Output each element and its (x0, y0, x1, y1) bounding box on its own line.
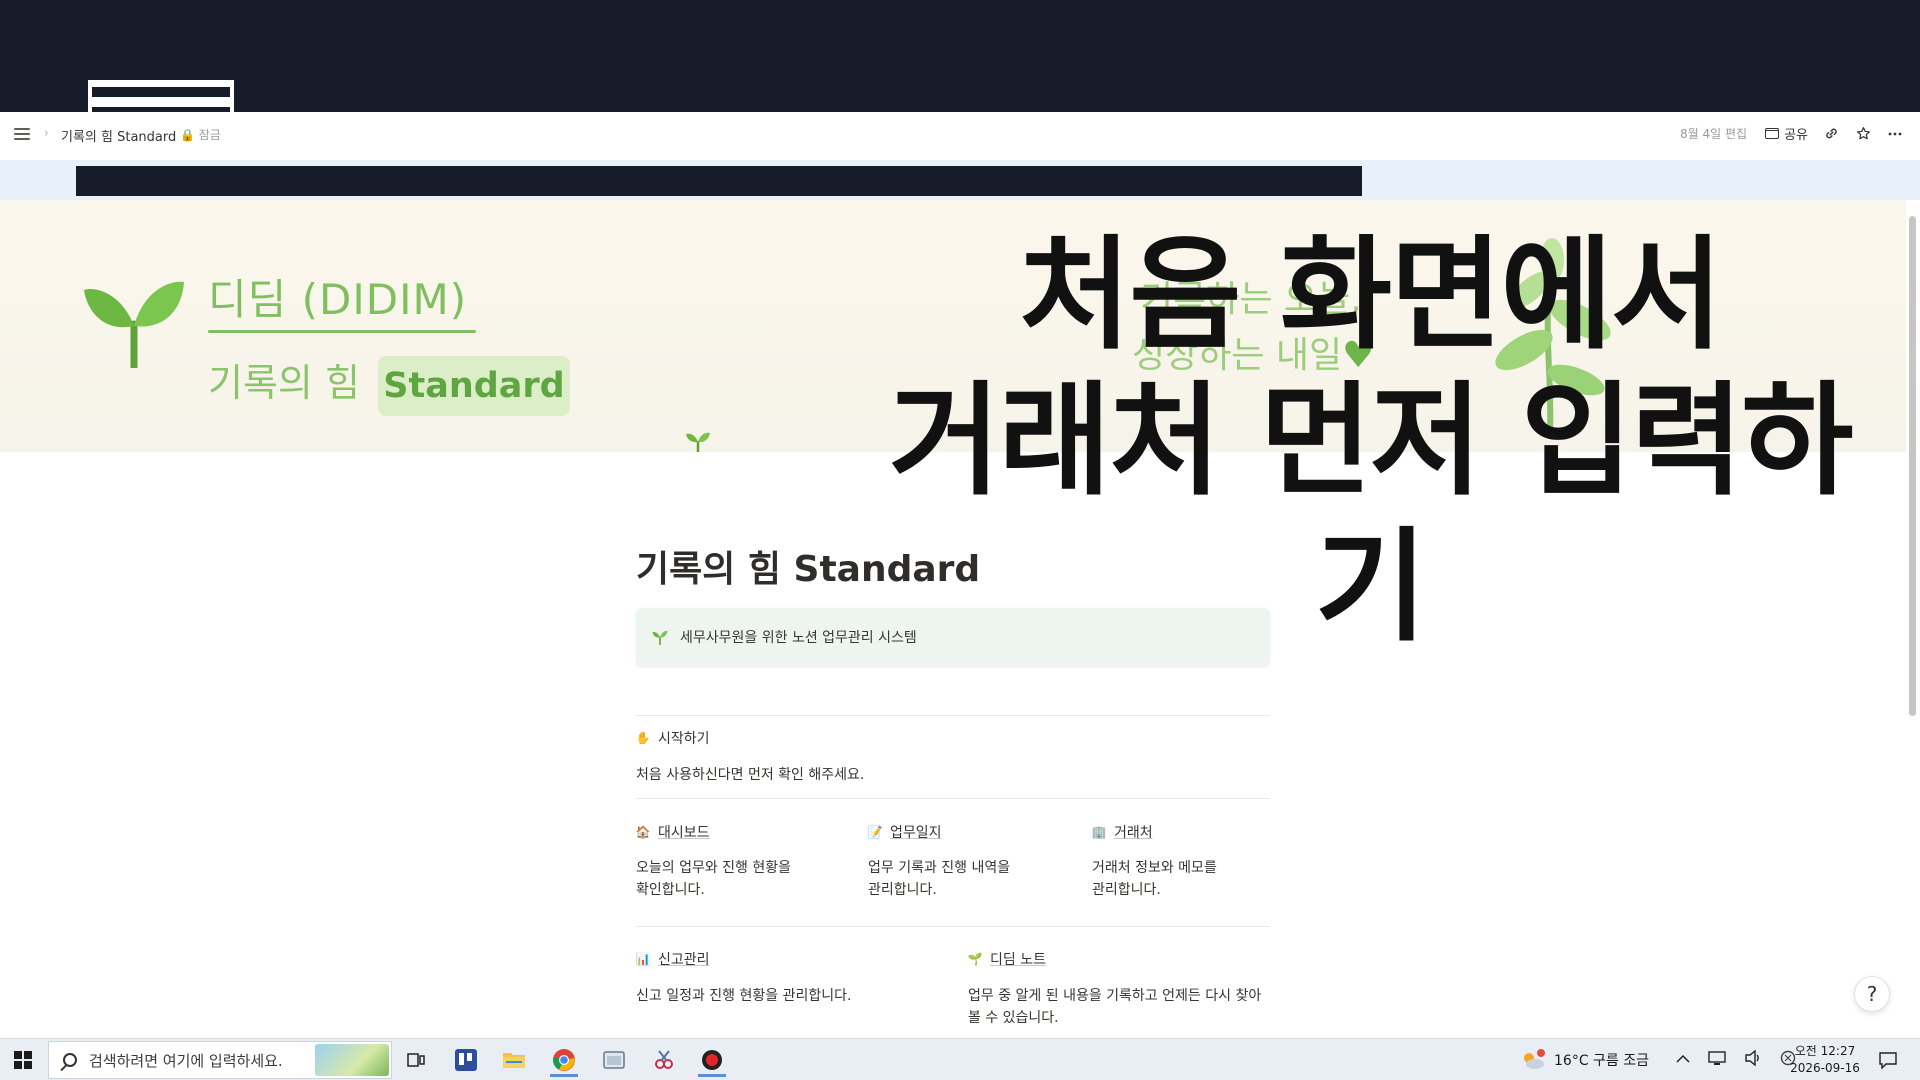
share-label: 공유 (1784, 128, 1808, 143)
clock-date: 2026-09-16 (1790, 1061, 1860, 1075)
menu-icon[interactable] (14, 128, 30, 142)
taskbar-clock[interactable]: 오전 12:27 2026-09-16 (1790, 1043, 1860, 1077)
start-desc: 처음 사용하신다면 먼저 확인 해주세요. (636, 767, 865, 783)
didim-note-desc-line1: 업무 중 알게 된 내용을 기록하고 언제든 다시 찾아 (968, 988, 1262, 1004)
brand-badge: Standard (378, 356, 570, 416)
start-link[interactable]: ✋ 시작하기 (636, 728, 710, 748)
start-label: 시작하기 (658, 731, 710, 747)
chrome-app-icon[interactable] (544, 1043, 584, 1077)
system-tray (1676, 1039, 1796, 1080)
brand-name: 디딤 (DIDIM) (208, 275, 468, 324)
worklog-desc-line2: 관리합니다. (868, 882, 937, 898)
top-dark-band (0, 0, 1920, 112)
windows-start-icon[interactable] (14, 1051, 32, 1069)
topbar-actions: 8월 4일 편집 공유 (1680, 124, 1904, 143)
clients-desc: 거래처 정보와 메모를 관리합니다. (1092, 857, 1217, 901)
search-placeholder: 검색하려면 여기에 입력하세요. (89, 1051, 283, 1070)
clients-label: 거래처 (1114, 825, 1153, 841)
filing-label: 신고관리 (658, 952, 710, 968)
filing-desc-line1: 신고 일정과 진행 현황을 관리합니다. (636, 988, 852, 1004)
dashboard-label: 대시보드 (658, 825, 710, 841)
dashboard-link[interactable]: 🏠 대시보드 (636, 822, 710, 842)
didim-note-link[interactable]: 🌱 디딤 노트 (968, 949, 1046, 969)
clients-link[interactable]: 🏢 거래처 (1092, 822, 1153, 842)
share-icon (1765, 128, 1780, 139)
volume-icon[interactable] (1744, 1049, 1762, 1070)
lock-badge[interactable]: 🔒 잠금 (180, 126, 221, 143)
weather-icon (1524, 1049, 1545, 1069)
memo-icon: 📝 (867, 825, 883, 839)
record-app-icon[interactable] (692, 1043, 732, 1077)
window-app-icon[interactable] (594, 1043, 634, 1077)
share-button[interactable]: 공유 (1765, 124, 1808, 143)
search-highlight-image (315, 1044, 389, 1076)
weather-widget[interactable]: 16°C 구름 조금 (1520, 1039, 1649, 1080)
breadcrumb-page[interactable]: 기록의 힘 Standard (61, 126, 176, 145)
worklog-link[interactable]: 📝 업무일지 (868, 822, 942, 842)
edited-timestamp: 8월 4일 편집 (1680, 127, 1748, 141)
didim-note-desc-line2: 볼 수 있습니다. (968, 1010, 1059, 1026)
clock-time: 오전 12:27 (1794, 1044, 1856, 1058)
sprout-logo-icon (84, 281, 184, 368)
more-icon[interactable] (1886, 125, 1904, 143)
trello-app-icon[interactable] (446, 1043, 486, 1077)
page-title: 기록의 힘 Standard (636, 549, 981, 590)
worklog-desc: 업무 기록과 진행 내역을 관리합니다. (868, 857, 1010, 901)
file-explorer-icon[interactable] (494, 1043, 534, 1077)
building-icon: 🏢 (1091, 825, 1107, 839)
video-caption: 처음 화면에서 거래처 먼저 입력하기 (840, 222, 1900, 660)
filing-desc: 신고 일정과 진행 현황을 관리합니다. (636, 985, 851, 1007)
breadcrumb-separator: › (44, 126, 49, 140)
chart-icon: 📊 (635, 952, 651, 966)
worklog-label: 업무일지 (890, 825, 942, 841)
divider (636, 715, 1270, 716)
divider (636, 798, 1270, 799)
small-sprout-icon (686, 432, 710, 452)
windows-taskbar: 검색하려면 여기에 입력하세요. 16°C 구름 조금 오전 12:27 202… (0, 1038, 1920, 1080)
hand-icon: ✋ (635, 731, 651, 745)
chevron-up-icon[interactable] (1676, 1052, 1690, 1068)
dashboard-desc: 오늘의 업무와 진행 현황을 확인합니다. (636, 857, 791, 901)
dashboard-desc-line1: 오늘의 업무와 진행 현황을 (636, 860, 792, 876)
intro-callout: 세무사무원을 위한 노션 업무관리 시스템 (636, 608, 1270, 666)
star-icon[interactable] (1854, 125, 1872, 143)
taskbar-search[interactable]: 검색하려면 여기에 입력하세요. (48, 1041, 392, 1079)
dashboard-desc-line2: 확인합니다. (636, 882, 705, 898)
filing-link[interactable]: 📊 신고관리 (636, 949, 710, 969)
weather-text: 16°C 구름 조금 (1554, 1053, 1650, 1069)
link-icon[interactable] (1822, 125, 1840, 143)
help-icon: ? (1866, 982, 1878, 1006)
help-button[interactable]: ? (1854, 976, 1890, 1012)
didim-note-label: 디딤 노트 (990, 952, 1046, 968)
network-icon[interactable] (1708, 1050, 1726, 1070)
sprout-icon: 🌱 (967, 952, 983, 966)
brand-underline (208, 330, 476, 333)
notion-topbar: › 기록의 힘 Standard 🔒 잠금 8월 4일 편집 공유 (0, 112, 1920, 160)
worklog-desc-line1: 업무 기록과 진행 내역을 (868, 860, 1011, 876)
search-icon (63, 1053, 77, 1067)
divider (636, 926, 1270, 927)
clients-desc-line2: 관리합니다. (1092, 882, 1161, 898)
sprout-icon (652, 630, 668, 645)
callout-text: 세무사무원을 위한 노션 업무관리 시스템 (680, 630, 917, 646)
snipping-tool-icon[interactable] (644, 1043, 684, 1077)
house-icon: 🏠 (635, 825, 651, 839)
scrollbar-thumb[interactable] (1909, 216, 1916, 716)
clients-desc-line1: 거래처 정보와 메모를 (1092, 860, 1217, 876)
caption-line1: 처음 화면에서 (1019, 224, 1723, 366)
task-view-icon[interactable] (396, 1043, 436, 1077)
didim-note-desc: 업무 중 알게 된 내용을 기록하고 언제든 다시 찾아 볼 수 있습니다. (968, 985, 1278, 1029)
overlay-dark-bar (76, 166, 1362, 196)
notification-icon[interactable] (1868, 1043, 1908, 1077)
brand-subtitle: 기록의 힘 (208, 361, 360, 405)
